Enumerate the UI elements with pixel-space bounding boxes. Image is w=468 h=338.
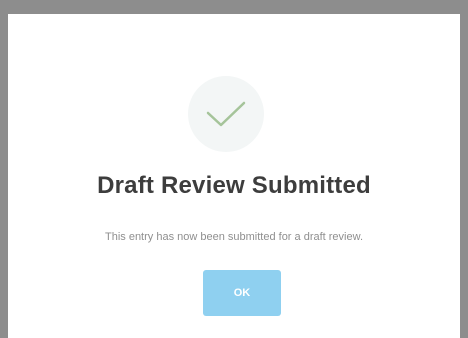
success-icon-circle	[188, 76, 264, 152]
dialog-title: Draft Review Submitted	[97, 172, 371, 199]
dialog-message: This entry has now been submitted for a …	[104, 231, 364, 243]
ok-button[interactable]: OK	[203, 270, 281, 316]
checkmark-icon	[203, 94, 249, 134]
confirmation-dialog: Draft Review Submitted This entry has no…	[8, 14, 460, 338]
